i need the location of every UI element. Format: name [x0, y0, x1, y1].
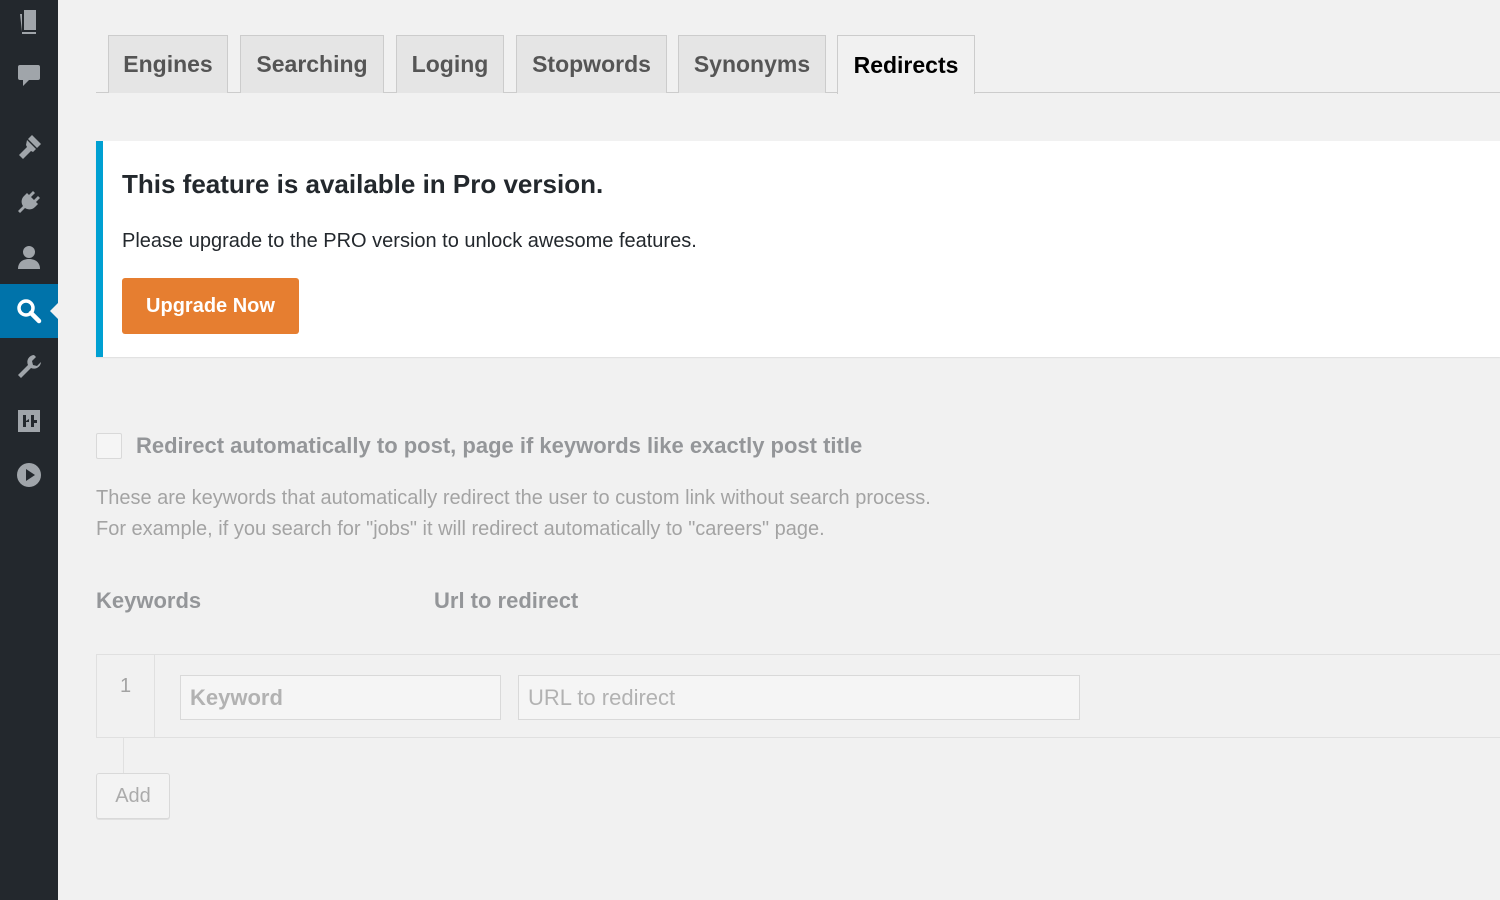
tab-redirects[interactable]: Redirects	[837, 35, 975, 94]
search-icon[interactable]	[0, 284, 58, 338]
users-icon[interactable]	[0, 230, 58, 284]
row-connector	[123, 738, 124, 774]
keyword-input[interactable]	[180, 675, 501, 720]
description-line-1: These are keywords that automatically re…	[96, 487, 931, 509]
tab-synonyms[interactable]: Synonyms	[678, 35, 826, 93]
upgrade-now-button[interactable]: Upgrade Now	[122, 278, 299, 334]
add-row-button[interactable]: Add	[96, 773, 170, 819]
pro-notice: This feature is available in Pro version…	[96, 141, 1500, 357]
play-icon[interactable]	[0, 448, 58, 502]
row-number: 1	[97, 655, 155, 737]
redirect-row: 1	[96, 654, 1500, 738]
description-line-2: For example, if you search for "jobs" it…	[96, 518, 825, 540]
url-column-header: Url to redirect	[434, 588, 579, 613]
appearance-icon[interactable]	[0, 120, 58, 174]
notice-text: Please upgrade to the PRO version to unl…	[122, 230, 697, 252]
url-input[interactable]	[518, 675, 1080, 720]
settings-icon[interactable]	[0, 394, 58, 448]
keywords-column-header: Keywords	[96, 588, 202, 613]
redirect-auto-label: Redirect automatically to post, page if …	[136, 433, 863, 458]
plugins-icon[interactable]	[0, 175, 58, 229]
tab-loging[interactable]: Loging	[396, 35, 504, 93]
comments-icon[interactable]	[0, 48, 58, 102]
admin-sidebar	[0, 0, 58, 900]
tab-engines[interactable]: Engines	[108, 35, 228, 93]
tab-bar: Engines Searching Loging Stopwords Synon…	[96, 35, 1500, 94]
notice-title: This feature is available in Pro version…	[122, 169, 604, 199]
pages-icon[interactable]	[0, 0, 58, 49]
redirect-auto-checkbox[interactable]	[96, 433, 122, 459]
tab-stopwords[interactable]: Stopwords	[516, 35, 667, 93]
tab-searching[interactable]: Searching	[240, 35, 384, 93]
tools-icon[interactable]	[0, 340, 58, 394]
